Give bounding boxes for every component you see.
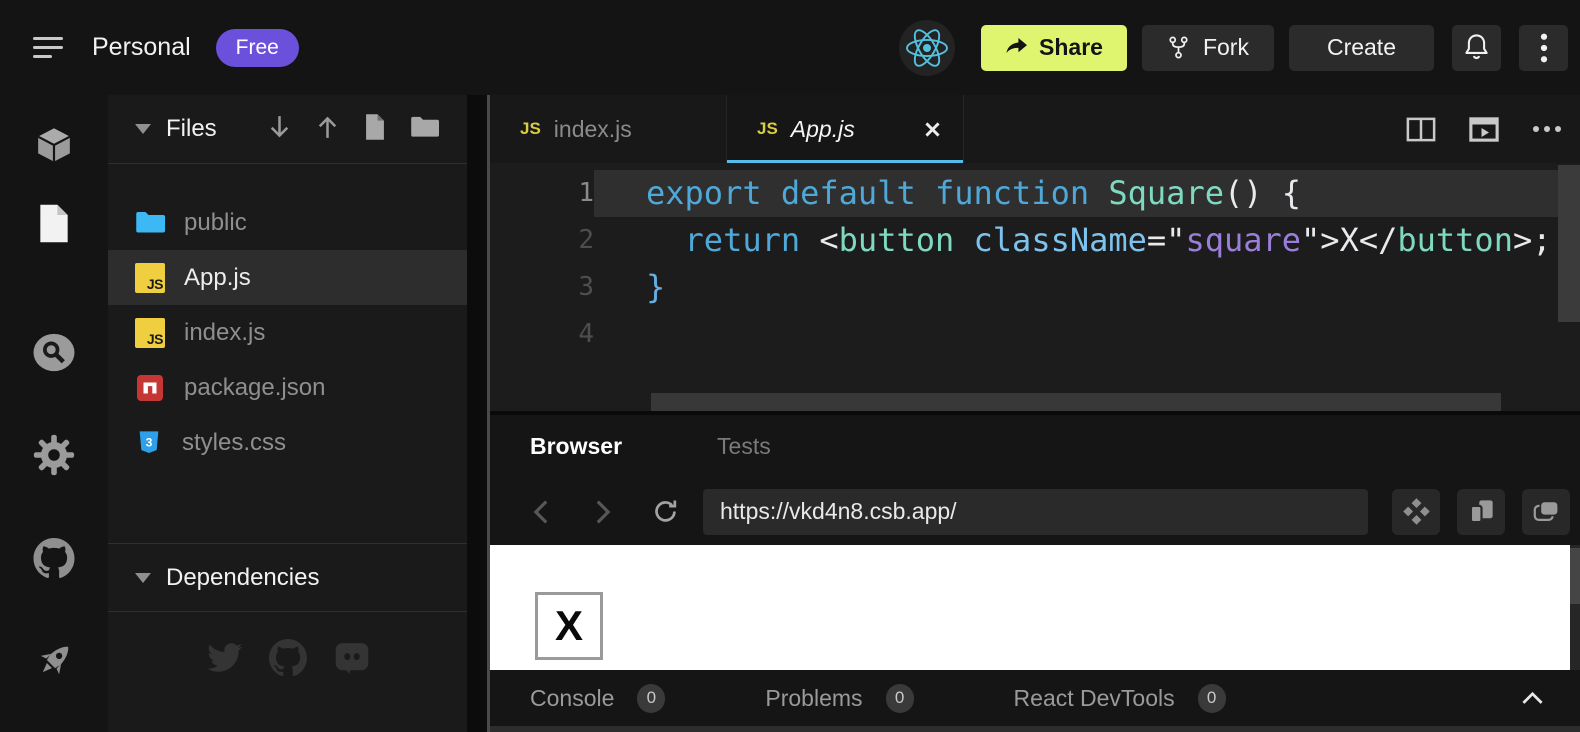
twitter-icon[interactable] [205, 639, 243, 682]
code-line: 2 return <button className="square">X</b… [490, 217, 1580, 264]
css-file-icon: 3 [135, 428, 163, 458]
open-new-window-icon [1532, 497, 1561, 526]
share-button[interactable]: Share [981, 25, 1127, 71]
main-region: JS index.js JS App.js 1 export default [487, 95, 1580, 732]
console-tab[interactable]: Console 0 [530, 684, 665, 713]
preview-actions-icon [1402, 497, 1431, 526]
file-row-appjs[interactable]: JS App.js [108, 250, 467, 305]
square-button[interactable]: X [535, 592, 603, 660]
preview-viewport[interactable]: X [490, 545, 1570, 670]
line-number: 2 [490, 217, 594, 264]
code-line: 4 [490, 311, 1580, 358]
new-folder-icon[interactable] [410, 115, 439, 144]
js-file-icon: JS [757, 119, 778, 139]
tab-appjs[interactable]: JS App.js [727, 95, 964, 163]
count-badge: 0 [1198, 684, 1226, 713]
line-number: 4 [490, 311, 594, 358]
more-options-button[interactable] [1519, 25, 1568, 71]
open-new-window-button[interactable] [1522, 489, 1570, 535]
github-icon[interactable] [34, 538, 75, 584]
preview-scrollbar[interactable] [1570, 545, 1580, 670]
chevron-up-icon[interactable] [1521, 691, 1544, 705]
share-arrow-icon [1005, 37, 1028, 58]
kebab-menu-icon [1540, 33, 1548, 63]
line-number: 3 [490, 264, 594, 311]
back-icon[interactable] [530, 499, 552, 525]
social-links [108, 639, 467, 682]
discord-icon[interactable] [333, 639, 371, 682]
line-number: 1 [490, 170, 594, 217]
count-badge: 0 [886, 684, 914, 713]
js-file-icon: JS [135, 263, 165, 293]
activity-rail [0, 95, 108, 732]
browser-preview: X [490, 545, 1580, 670]
count-badge: 0 [637, 684, 665, 713]
url-bar[interactable]: https://vkd4n8.csb.app/ [703, 489, 1368, 535]
collapse-caret-icon[interactable] [135, 573, 151, 583]
split-view-icon[interactable] [1406, 117, 1436, 142]
create-button[interactable]: Create [1289, 25, 1434, 71]
files-panel: Files public JS App.js JS ind [108, 95, 467, 732]
tab-browser[interactable]: Browser [530, 433, 622, 460]
file-row-public[interactable]: public [108, 195, 467, 250]
top-bar: Personal Free Share Fork Cre [0, 0, 1580, 95]
folder-icon [135, 210, 165, 235]
settings-gear-icon[interactable] [33, 434, 75, 481]
upload-icon[interactable] [315, 113, 340, 146]
files-title: Files [166, 115, 217, 143]
tab-indexjs[interactable]: JS index.js [490, 95, 727, 163]
react-logo-icon [899, 20, 955, 76]
notifications-button[interactable] [1452, 25, 1501, 71]
npm-file-icon [135, 373, 165, 403]
horizontal-scrollbar[interactable] [651, 393, 1501, 411]
code-line: 3 } [490, 264, 1580, 311]
responsive-devices-button[interactable] [1457, 489, 1505, 535]
editor-tab-bar: JS index.js JS App.js [490, 95, 1580, 163]
file-row-indexjs[interactable]: JS index.js [108, 305, 467, 360]
panel-gap [467, 95, 487, 732]
rocket-icon[interactable] [31, 638, 77, 689]
forward-icon[interactable] [592, 499, 614, 525]
fork-button[interactable]: Fork [1142, 25, 1274, 71]
open-preview-icon[interactable] [1469, 117, 1499, 142]
svg-text:3: 3 [146, 435, 153, 449]
dependencies-section[interactable]: Dependencies [108, 543, 467, 612]
url-text: https://vkd4n8.csb.app/ [720, 498, 957, 525]
close-icon[interactable] [924, 121, 941, 138]
github-icon[interactable] [269, 639, 307, 682]
workspace-name[interactable]: Personal [92, 33, 191, 62]
problems-tab[interactable]: Problems 0 [765, 684, 913, 713]
code-line: 1 export default function Square() { [490, 170, 1580, 217]
console-bar: Console 0 Problems 0 React DevTools 0 [490, 670, 1580, 726]
menu-icon[interactable] [33, 37, 63, 58]
plan-badge: Free [216, 29, 299, 67]
sandbox-cube-icon[interactable] [34, 125, 74, 170]
file-explorer-icon[interactable] [37, 203, 72, 249]
bell-icon [1462, 32, 1491, 63]
new-file-icon[interactable] [363, 113, 387, 146]
file-row-stylescss[interactable]: 3 styles.css [108, 415, 467, 470]
js-file-icon: JS [135, 318, 165, 348]
preview-actions-button[interactable] [1392, 489, 1440, 535]
browser-nav-bar: https://vkd4n8.csb.app/ [490, 478, 1580, 545]
js-file-icon: JS [520, 119, 541, 139]
file-row-packagejson[interactable]: package.json [108, 360, 467, 415]
tab-tests[interactable]: Tests [717, 433, 771, 460]
search-icon[interactable] [32, 332, 77, 378]
more-ellipsis-icon[interactable] [1532, 125, 1562, 133]
file-tree: public JS App.js JS index.js package.jso… [108, 164, 467, 470]
resize-handle[interactable] [490, 726, 1580, 732]
fork-icon [1167, 35, 1190, 60]
vertical-scrollbar[interactable] [1558, 165, 1580, 322]
devtool-tabs: Browser Tests [490, 415, 1580, 478]
code-editor[interactable]: 1 export default function Square() { 2 r… [490, 163, 1580, 415]
download-icon[interactable] [267, 113, 292, 146]
react-devtools-tab[interactable]: React DevTools 0 [1014, 684, 1226, 713]
dependencies-title: Dependencies [166, 564, 319, 592]
panel-divider [490, 411, 1580, 415]
responsive-devices-icon [1467, 497, 1496, 526]
refresh-icon[interactable] [652, 498, 679, 525]
collapse-caret-icon[interactable] [135, 124, 151, 134]
files-header: Files [108, 95, 467, 164]
